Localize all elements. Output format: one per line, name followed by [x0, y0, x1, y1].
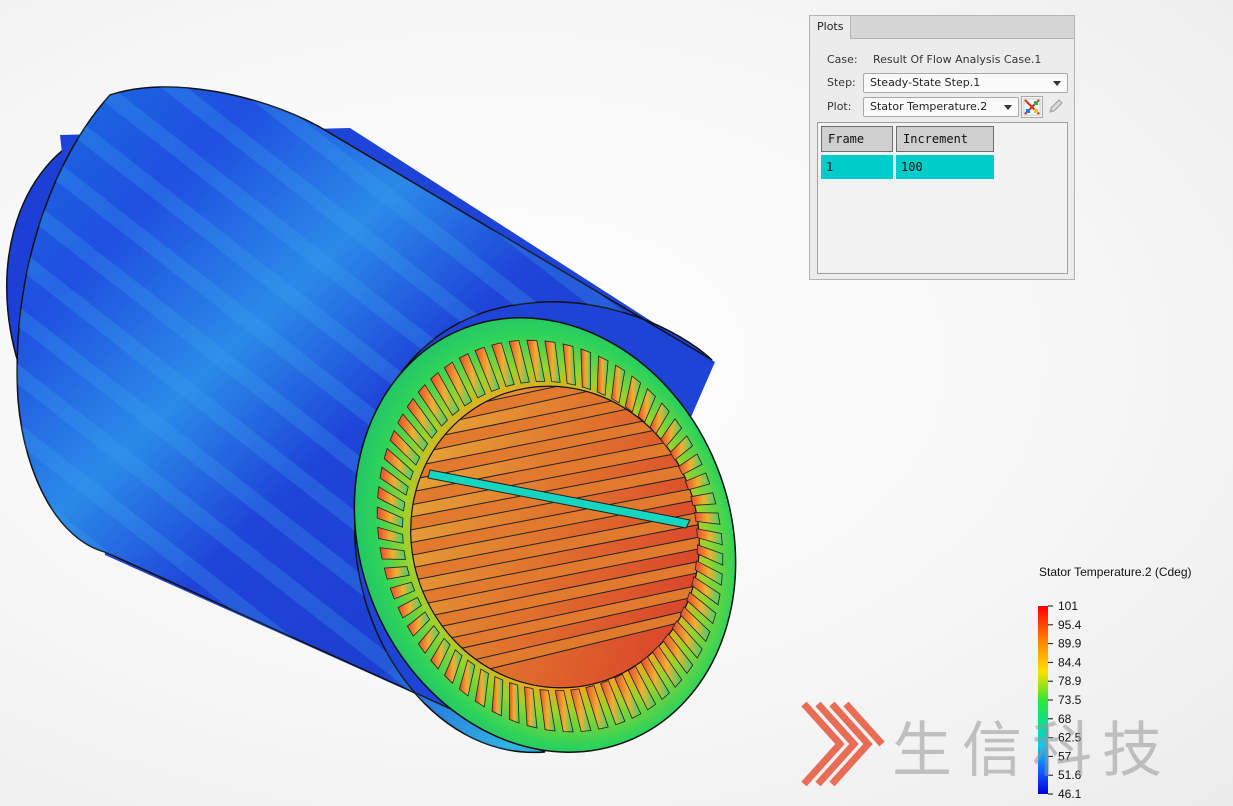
watermark-text: 生信科技: [892, 716, 1172, 786]
tab-strip: Plots: [810, 16, 1074, 39]
step-row: Step: Steady-State Step.1: [810, 72, 1074, 94]
legend-tick-label: 101: [1058, 599, 1078, 613]
plot-label: Plot:: [827, 100, 852, 113]
pencil-icon: [1049, 99, 1063, 113]
table-row-frame-cell[interactable]: 1: [821, 155, 893, 179]
chevron-down-icon: [1053, 81, 1061, 86]
stator-tooth: [580, 348, 592, 390]
table-row-increment-cell[interactable]: 100: [896, 155, 994, 179]
scatter-plot-icon: [1023, 98, 1041, 116]
plot-select-value: Stator Temperature.2: [870, 100, 988, 113]
legend-tick-label: 78.9: [1058, 674, 1082, 688]
step-select[interactable]: Steady-State Step.1: [863, 73, 1068, 93]
step-label: Step:: [827, 76, 856, 89]
column-header-frame[interactable]: Frame: [821, 126, 893, 152]
case-value: Result Of Flow Analysis Case.1: [873, 53, 1042, 66]
watermark-logo-icon: [801, 701, 885, 786]
chevron-down-icon: [1004, 105, 1012, 110]
legend-tick-label: 95.4: [1058, 618, 1082, 632]
legend-tick-label: 89.9: [1058, 637, 1082, 651]
plot-select[interactable]: Stator Temperature.2: [863, 97, 1019, 117]
watermark: 生信科技: [800, 700, 1220, 790]
case-label: Case:: [827, 53, 858, 66]
stator-tooth: [508, 682, 520, 724]
plots-panel: Plots Case: Result Of Flow Analysis Case…: [809, 15, 1075, 280]
tab-plots[interactable]: Plots: [810, 16, 852, 39]
legend-tick-label: 84.4: [1058, 655, 1082, 669]
case-row: Case: Result Of Flow Analysis Case.1: [810, 49, 1074, 71]
step-select-value: Steady-State Step.1: [870, 76, 981, 89]
plot-tool-button[interactable]: [1021, 96, 1043, 118]
frame-table: Frame Increment 1 100: [817, 122, 1068, 274]
legend-title: Stator Temperature.2 (Cdeg): [1039, 565, 1192, 579]
column-header-increment[interactable]: Increment: [896, 126, 994, 152]
edit-button[interactable]: [1046, 96, 1068, 118]
